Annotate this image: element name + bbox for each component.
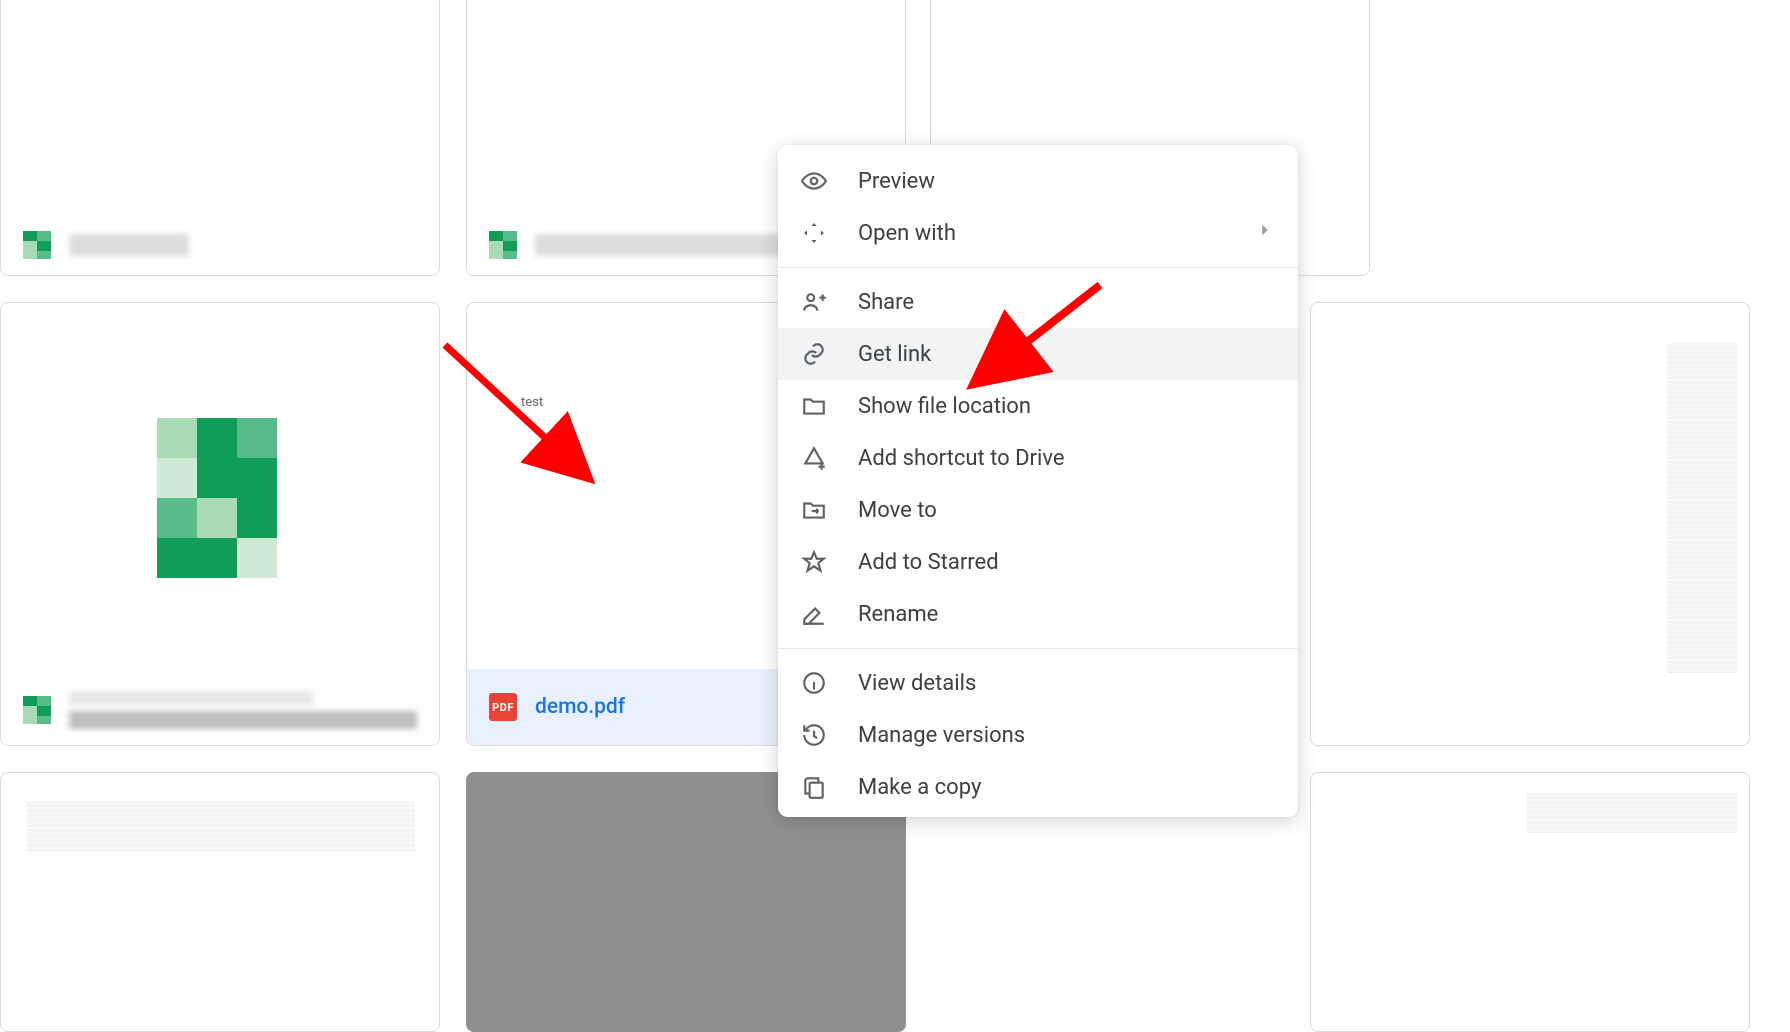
menu-label: Show file location [858, 394, 1031, 419]
file-title-redacted [69, 234, 189, 256]
menu-separator [778, 267, 1298, 268]
file-card-footer [1, 675, 439, 745]
copy-icon [800, 773, 828, 801]
file-card[interactable] [0, 302, 440, 746]
chevron-right-icon [1254, 219, 1276, 247]
star-icon [800, 548, 828, 576]
menu-separator [778, 648, 1298, 649]
file-card-footer [1, 215, 439, 275]
file-thumbnail [1527, 793, 1737, 833]
context-menu: Preview Open with Share Get link Show fi… [778, 145, 1298, 817]
file-thumbnail [27, 801, 415, 851]
sheets-icon [23, 696, 51, 724]
menu-star[interactable]: Add to Starred [778, 536, 1298, 588]
sheets-icon [489, 231, 517, 259]
share-icon [800, 288, 828, 316]
menu-label: Open with [858, 221, 956, 246]
eye-icon [800, 167, 828, 195]
menu-label: Preview [858, 169, 935, 194]
move-icon [800, 496, 828, 524]
menu-rename[interactable]: Rename [778, 588, 1298, 640]
selected-file-name: demo.pdf [535, 695, 625, 719]
rename-icon [800, 600, 828, 628]
sheets-thumbnail [157, 418, 287, 578]
menu-make-copy[interactable]: Make a copy [778, 761, 1298, 813]
menu-label: Add to Starred [858, 550, 999, 575]
pdf-preview-text: test [521, 395, 543, 410]
menu-get-link[interactable]: Get link [778, 328, 1298, 380]
menu-label: Get link [858, 342, 931, 367]
file-card[interactable] [1310, 302, 1750, 746]
menu-label: Manage versions [858, 723, 1025, 748]
menu-label: Move to [858, 498, 937, 523]
menu-label: Rename [858, 602, 938, 627]
sheets-icon [23, 231, 51, 259]
pdf-icon: PDF [489, 693, 517, 721]
file-thumbnail [1667, 343, 1737, 673]
menu-share[interactable]: Share [778, 276, 1298, 328]
menu-preview[interactable]: Preview [778, 155, 1298, 207]
menu-move-to[interactable]: Move to [778, 484, 1298, 536]
file-title-redacted [69, 691, 417, 729]
menu-label: Make a copy [858, 775, 981, 800]
file-card[interactable] [0, 0, 440, 276]
menu-manage-versions[interactable]: Manage versions [778, 709, 1298, 761]
file-card[interactable] [1310, 772, 1750, 1032]
menu-label: Add shortcut to Drive [858, 446, 1065, 471]
shortcut-icon [800, 444, 828, 472]
file-card[interactable] [0, 772, 440, 1032]
menu-label: View details [858, 671, 976, 696]
link-icon [800, 340, 828, 368]
menu-label: Share [858, 290, 914, 315]
menu-show-location[interactable]: Show file location [778, 380, 1298, 432]
history-icon [800, 721, 828, 749]
open-with-icon [800, 219, 828, 247]
menu-open-with[interactable]: Open with [778, 207, 1298, 259]
menu-view-details[interactable]: View details [778, 657, 1298, 709]
folder-icon [800, 392, 828, 420]
info-icon [800, 669, 828, 697]
menu-add-shortcut[interactable]: Add shortcut to Drive [778, 432, 1298, 484]
